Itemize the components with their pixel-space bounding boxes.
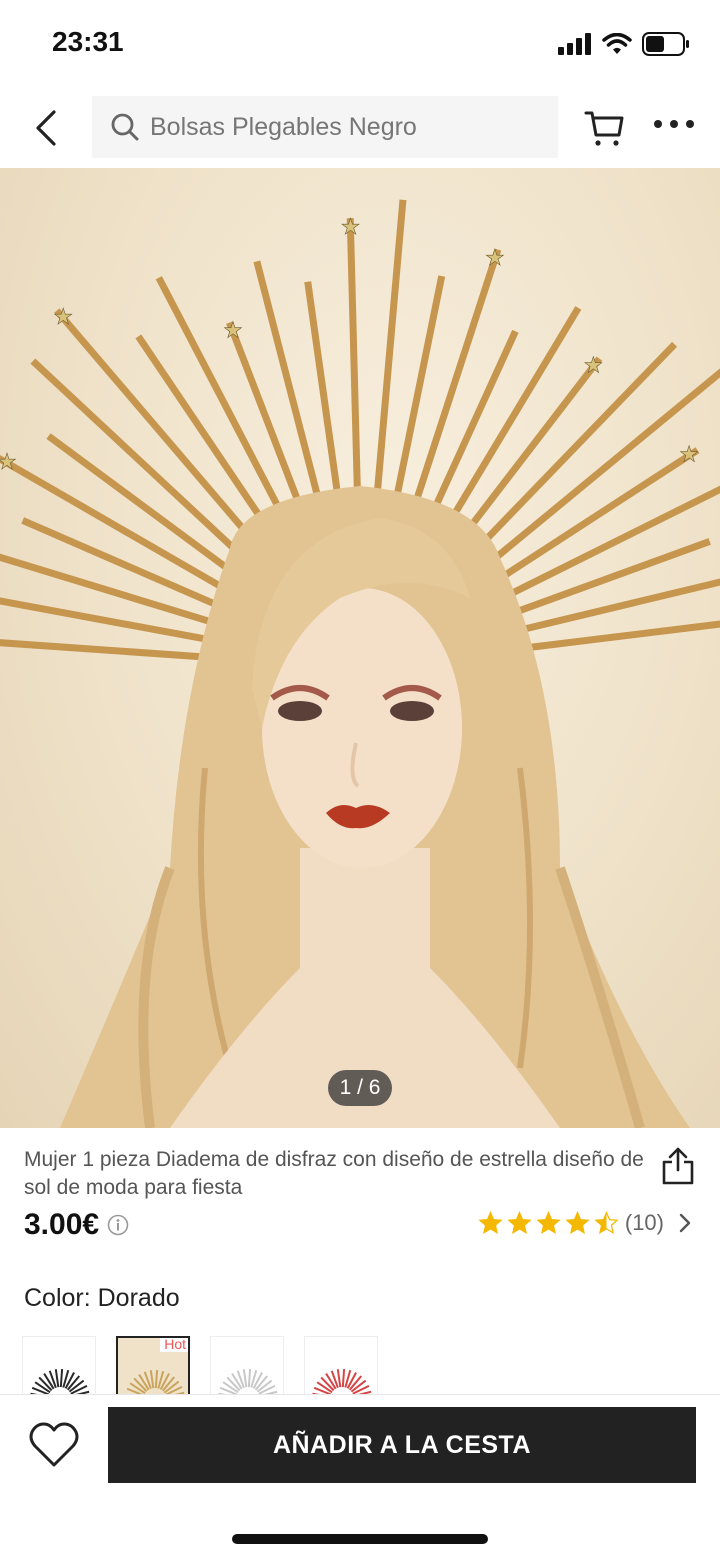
product-page: 23:31 Bolsas Plegables Negro ★ ★ ★ ★ ★ ★… xyxy=(0,0,720,1558)
status-bar: 23:31 xyxy=(0,0,720,88)
halo-crown-illustration: ★★★★★★★★★ xyxy=(0,199,720,1128)
back-icon[interactable] xyxy=(28,108,68,148)
color-swatches: Hot xyxy=(22,1336,378,1394)
star-icon xyxy=(536,1210,561,1234)
info-icon[interactable] xyxy=(107,1214,129,1236)
battery-icon xyxy=(642,32,689,56)
search-input[interactable]: Bolsas Plegables Negro xyxy=(92,96,558,158)
product-title: Mujer 1 pieza Diadema de disfraz con dis… xyxy=(24,1148,644,1199)
review-count: (10) xyxy=(624,1210,664,1235)
swatch-halo-icon xyxy=(218,1369,278,1394)
rating-summary[interactable]: (10) xyxy=(478,1210,692,1236)
hot-badge: Hot xyxy=(160,1338,188,1352)
price: 3.00€ xyxy=(24,1208,100,1241)
svg-text:★: ★ xyxy=(223,318,243,343)
search-icon xyxy=(111,113,139,141)
swatch-gold[interactable]: Hot xyxy=(116,1336,190,1394)
svg-text:★: ★ xyxy=(583,352,603,377)
swatch-halo-icon xyxy=(312,1369,372,1394)
image-counter: 1 / 6 xyxy=(328,1070,392,1106)
price-row: 3.00€ xyxy=(24,1208,129,1242)
rating-stars xyxy=(478,1210,619,1236)
star-icon xyxy=(565,1210,590,1234)
star-icon xyxy=(594,1210,619,1234)
more-options-icon[interactable] xyxy=(652,114,696,134)
product-image[interactable]: ★★★★★★★★★ xyxy=(0,168,720,1128)
swatch-red[interactable] xyxy=(304,1336,378,1394)
svg-text:★: ★ xyxy=(53,304,73,329)
star-icon xyxy=(507,1210,532,1234)
status-icons xyxy=(558,32,690,56)
swatch-silver[interactable] xyxy=(210,1336,284,1394)
home-indicator xyxy=(232,1534,488,1544)
svg-text:★: ★ xyxy=(341,214,361,239)
svg-text:★: ★ xyxy=(679,441,699,466)
chevron-right-icon xyxy=(679,1213,691,1233)
swatch-black[interactable] xyxy=(22,1336,96,1394)
wifi-icon xyxy=(602,33,632,54)
share-icon[interactable] xyxy=(660,1146,696,1186)
svg-text:★: ★ xyxy=(0,449,17,474)
heart-icon[interactable] xyxy=(28,1421,80,1469)
signal-icon xyxy=(558,33,591,55)
cart-icon[interactable] xyxy=(584,108,626,148)
search-placeholder: Bolsas Plegables Negro xyxy=(150,112,417,141)
star-icon xyxy=(478,1210,503,1234)
header: Bolsas Plegables Negro xyxy=(0,88,720,168)
add-to-cart-button[interactable]: AÑADIR A LA CESTA xyxy=(108,1407,696,1483)
color-label: Color: Dorado xyxy=(24,1284,180,1312)
swatch-halo-icon xyxy=(30,1369,90,1394)
status-time: 23:31 xyxy=(52,26,124,57)
svg-text:★: ★ xyxy=(485,245,505,270)
